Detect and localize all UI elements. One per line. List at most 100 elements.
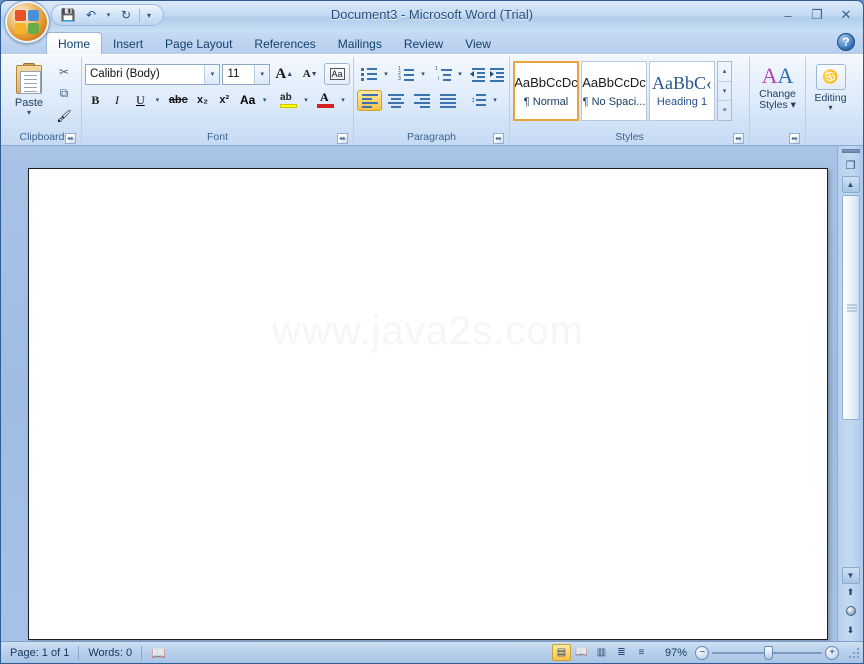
- tab-review[interactable]: Review: [393, 34, 454, 54]
- numbering-split-button[interactable]: 1 2 3 ▾: [394, 63, 430, 85]
- tab-view[interactable]: View: [454, 34, 502, 54]
- underline-caret-icon[interactable]: ▾: [151, 90, 163, 110]
- tab-insert[interactable]: Insert: [102, 34, 154, 54]
- font-size-combobox[interactable]: 11 ▾: [222, 63, 271, 85]
- scroll-up-button[interactable]: ▲: [841, 176, 860, 193]
- font-name-combobox[interactable]: Calibri (Body) ▾: [85, 63, 221, 85]
- select-browse-object-button[interactable]: [842, 603, 860, 619]
- maximize-button[interactable]: ❐: [806, 6, 828, 24]
- multilevel-caret-icon[interactable]: ▾: [454, 64, 466, 84]
- save-icon[interactable]: 💾: [58, 6, 78, 24]
- clipboard-dialog-launcher[interactable]: ⬌: [65, 133, 76, 144]
- help-icon[interactable]: ?: [837, 33, 855, 51]
- ribbon-group-editing: ♋ Editing ▾: [805, 57, 855, 145]
- zoom-slider-track[interactable]: [712, 645, 822, 660]
- view-ruler-icon[interactable]: ❐: [841, 156, 861, 174]
- view-full-screen-reading-button[interactable]: 📖: [572, 644, 591, 661]
- align-left-button[interactable]: [357, 89, 382, 111]
- tab-home[interactable]: Home: [46, 32, 103, 54]
- vertical-scrollbar[interactable]: ❐ ▲ ▼ ⬆ ⬇: [837, 146, 863, 641]
- font-size-caret-icon[interactable]: ▾: [254, 64, 270, 84]
- line-spacing-caret-icon[interactable]: ▾: [489, 90, 501, 110]
- scrollbar-track[interactable]: [841, 195, 860, 563]
- superscript-button[interactable]: x²: [214, 89, 235, 111]
- office-button[interactable]: [5, 1, 49, 43]
- zoom-in-button[interactable]: +: [825, 645, 839, 660]
- undo-icon[interactable]: ↶: [81, 6, 101, 24]
- paragraph-dialog-launcher[interactable]: ⬌: [493, 133, 504, 144]
- change-styles-dialog-launcher[interactable]: ⬌: [789, 133, 800, 144]
- styles-dialog-launcher[interactable]: ⬌: [733, 133, 744, 144]
- style-normal[interactable]: AaBbCcDc ¶ Normal: [513, 61, 579, 121]
- change-case-button[interactable]: Aa ▾: [236, 89, 272, 111]
- minimize-button[interactable]: –: [777, 6, 799, 24]
- increase-indent-button[interactable]: [488, 64, 506, 85]
- close-button[interactable]: ✕: [835, 6, 857, 24]
- scroll-down-button[interactable]: ▼: [841, 567, 860, 584]
- styles-more-button[interactable]: ≡: [718, 101, 731, 120]
- bullets-caret-icon[interactable]: ▾: [380, 64, 392, 84]
- status-page-number[interactable]: Page: 1 of 1: [1, 643, 78, 663]
- change-case-icon: Aa: [239, 93, 256, 107]
- shrink-font-button[interactable]: A ▼: [298, 63, 322, 85]
- font-color-split-button[interactable]: A ▾: [314, 89, 350, 111]
- font-dialog-launcher[interactable]: ⬌: [337, 133, 348, 144]
- text-highlight-split-button[interactable]: ab ▾: [277, 89, 313, 111]
- zoom-slider[interactable]: − +: [695, 645, 847, 660]
- change-styles-button[interactable]: AA Change Styles ▾: [753, 59, 802, 127]
- bold-button[interactable]: B: [85, 89, 106, 111]
- cut-button[interactable]: ✂: [52, 61, 76, 82]
- view-draft-button[interactable]: ≡: [632, 644, 651, 661]
- font-name-caret-icon[interactable]: ▾: [204, 64, 220, 84]
- editing-button[interactable]: ♋ Editing ▾: [809, 59, 852, 127]
- change-case-caret-icon[interactable]: ▾: [259, 90, 271, 110]
- status-word-count[interactable]: Words: 0: [79, 643, 141, 663]
- tab-page-layout[interactable]: Page Layout: [154, 34, 243, 54]
- tab-mailings[interactable]: Mailings: [327, 34, 393, 54]
- redo-icon[interactable]: ↻: [116, 6, 136, 24]
- multilevel-list-split-button[interactable]: 1 i ▾: [431, 63, 467, 85]
- proofing-status-button[interactable]: 📖: [142, 643, 175, 663]
- styles-scroll-down-button[interactable]: ▾: [718, 82, 731, 102]
- paste-button[interactable]: Paste ▾: [6, 59, 52, 127]
- undo-dropdown-caret-icon[interactable]: ▾: [104, 6, 113, 24]
- underline-split-button[interactable]: U ▾: [128, 89, 164, 111]
- format-painter-button[interactable]: 🖌: [52, 105, 76, 126]
- view-outline-button[interactable]: ≣: [612, 644, 631, 661]
- editing-caret-icon[interactable]: ▾: [828, 104, 832, 112]
- clear-formatting-button[interactable]: Aa: [324, 63, 350, 85]
- numbering-caret-icon[interactable]: ▾: [417, 64, 429, 84]
- decrease-indent-button[interactable]: [469, 64, 487, 85]
- resize-grip-icon[interactable]: [847, 645, 861, 660]
- justify-button[interactable]: [435, 90, 460, 111]
- font-name-value: Calibri (Body): [90, 68, 160, 80]
- strikethrough-button[interactable]: abc: [165, 89, 191, 111]
- styles-scroll-up-button[interactable]: ▴: [718, 62, 731, 82]
- italic-button[interactable]: I: [107, 89, 128, 111]
- align-right-button[interactable]: [409, 90, 434, 111]
- split-window-handle[interactable]: [841, 149, 860, 153]
- style-no-spacing[interactable]: AaBbCcDc ¶ No Spaci...: [581, 61, 647, 121]
- view-web-layout-button[interactable]: ▥: [592, 644, 611, 661]
- next-page-button[interactable]: ⬇: [842, 622, 860, 638]
- subscript-button[interactable]: x₂: [192, 89, 213, 111]
- previous-page-button[interactable]: ⬆: [842, 584, 860, 600]
- zoom-level-label[interactable]: 97%: [657, 647, 695, 659]
- customize-qat-caret-icon[interactable]: ▾: [143, 6, 155, 24]
- style-heading-1[interactable]: AaBbC‹ Heading 1: [649, 61, 715, 121]
- document-page[interactable]: www.java2s.com: [28, 168, 828, 640]
- view-buttons: ▤ 📖 ▥ ≣ ≡: [551, 644, 657, 661]
- copy-button[interactable]: ⧉: [52, 83, 76, 104]
- zoom-out-button[interactable]: −: [695, 645, 709, 660]
- bullets-split-button[interactable]: ▾: [357, 63, 393, 85]
- grow-font-button[interactable]: A ▲: [272, 63, 296, 85]
- line-spacing-split-button[interactable]: ↕ ▾: [466, 89, 502, 111]
- zoom-slider-thumb[interactable]: [764, 645, 773, 660]
- view-print-layout-button[interactable]: ▤: [551, 644, 571, 661]
- scrollbar-thumb[interactable]: [841, 195, 860, 420]
- font-color-caret-icon[interactable]: ▾: [337, 90, 349, 110]
- paste-caret-icon[interactable]: ▾: [27, 109, 31, 117]
- tab-references[interactable]: References: [243, 34, 326, 54]
- highlight-caret-icon[interactable]: ▾: [300, 90, 312, 110]
- align-center-button[interactable]: [383, 90, 408, 111]
